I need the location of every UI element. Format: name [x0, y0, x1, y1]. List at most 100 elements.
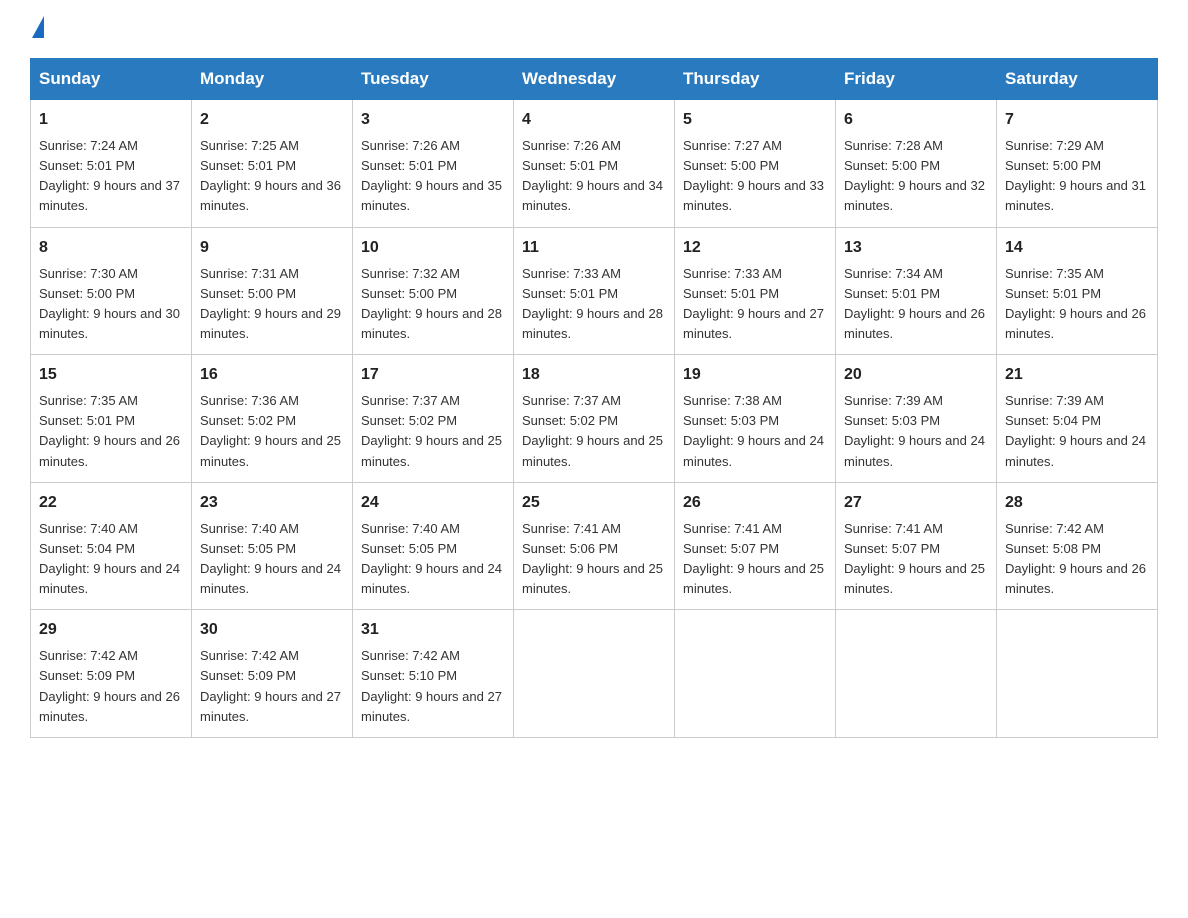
day-info: Sunrise: 7:33 AMSunset: 5:01 PMDaylight:…	[683, 264, 827, 345]
calendar-day-cell: 13Sunrise: 7:34 AMSunset: 5:01 PMDayligh…	[836, 227, 997, 355]
calendar-day-cell: 6 Sunrise: 7:28 AMSunset: 5:00 PMDaylight…	[836, 100, 997, 228]
day-number: 29	[39, 618, 183, 642]
day-number: 25	[522, 491, 666, 515]
day-info: Sunrise: 7:41 AMSunset: 5:07 PMDaylight:…	[844, 519, 988, 600]
calendar-day-cell: 9Sunrise: 7:31 AMSunset: 5:00 PMDaylight…	[192, 227, 353, 355]
day-info: Sunrise: 7:33 AMSunset: 5:01 PMDaylight:…	[522, 264, 666, 345]
day-number: 31	[361, 618, 505, 642]
calendar-day-cell: 5 Sunrise: 7:27 AMSunset: 5:00 PMDaylight…	[675, 100, 836, 228]
day-info: Sunrise: 7:41 AMSunset: 5:06 PMDaylight:…	[522, 519, 666, 600]
day-number: 24	[361, 491, 505, 515]
calendar-day-cell: 21 Sunrise: 7:39 AMSunset: 5:04 PMDayligh…	[997, 355, 1158, 483]
day-info: Sunrise: 7:26 AMSunset: 5:01 PMDaylight:…	[522, 136, 666, 217]
calendar-day-cell: 24 Sunrise: 7:40 AMSunset: 5:05 PMDayligh…	[353, 482, 514, 610]
calendar-day-cell: 10 Sunrise: 7:32 AMSunset: 5:00 PMDayligh…	[353, 227, 514, 355]
calendar-day-cell: 25 Sunrise: 7:41 AMSunset: 5:06 PMDayligh…	[514, 482, 675, 610]
day-number: 2	[200, 108, 344, 132]
calendar-day-cell: 28 Sunrise: 7:42 AMSunset: 5:08 PMDayligh…	[997, 482, 1158, 610]
day-number: 19	[683, 363, 827, 387]
calendar-table: SundayMondayTuesdayWednesdayThursdayFrid…	[30, 58, 1158, 738]
calendar-day-cell: 14Sunrise: 7:35 AMSunset: 5:01 PMDayligh…	[997, 227, 1158, 355]
day-number: 28	[1005, 491, 1149, 515]
calendar-day-cell: 2 Sunrise: 7:25 AMSunset: 5:01 PMDaylight…	[192, 100, 353, 228]
calendar-day-cell: 11 Sunrise: 7:33 AMSunset: 5:01 PMDayligh…	[514, 227, 675, 355]
day-info: Sunrise: 7:29 AMSunset: 5:00 PMDaylight:…	[1005, 136, 1149, 217]
header	[30, 20, 1158, 42]
calendar-day-cell	[997, 610, 1158, 738]
day-info: Sunrise: 7:40 AMSunset: 5:05 PMDaylight:…	[361, 519, 505, 600]
day-number: 26	[683, 491, 827, 515]
calendar-day-cell: 20 Sunrise: 7:39 AMSunset: 5:03 PMDayligh…	[836, 355, 997, 483]
day-info: Sunrise: 7:35 AMSunset: 5:01 PMDaylight:…	[1005, 264, 1149, 345]
day-info: Sunrise: 7:27 AMSunset: 5:00 PMDaylight:…	[683, 136, 827, 217]
day-info: Sunrise: 7:40 AMSunset: 5:04 PMDaylight:…	[39, 519, 183, 600]
day-info: Sunrise: 7:36 AMSunset: 5:02 PMDaylight:…	[200, 391, 344, 472]
day-number: 6	[844, 108, 988, 132]
calendar-day-cell: 26 Sunrise: 7:41 AMSunset: 5:07 PMDayligh…	[675, 482, 836, 610]
day-number: 1	[39, 108, 183, 132]
day-info: Sunrise: 7:42 AMSunset: 5:08 PMDaylight:…	[1005, 519, 1149, 600]
day-info: Sunrise: 7:42 AMSunset: 5:09 PMDaylight:…	[39, 646, 183, 727]
day-info: Sunrise: 7:31 AMSunset: 5:00 PMDaylight:…	[200, 264, 344, 345]
day-number: 8	[39, 236, 183, 260]
calendar-day-cell: 12 Sunrise: 7:33 AMSunset: 5:01 PMDayligh…	[675, 227, 836, 355]
calendar-day-cell	[836, 610, 997, 738]
day-info: Sunrise: 7:38 AMSunset: 5:03 PMDaylight:…	[683, 391, 827, 472]
calendar-day-cell: 1 Sunrise: 7:24 AMSunset: 5:01 PMDaylight…	[31, 100, 192, 228]
logo-triangle-icon	[32, 16, 44, 38]
day-number: 27	[844, 491, 988, 515]
day-number: 10	[361, 236, 505, 260]
day-number: 18	[522, 363, 666, 387]
calendar-day-cell: 31 Sunrise: 7:42 AMSunset: 5:10 PMDayligh…	[353, 610, 514, 738]
day-of-week-header: Monday	[192, 59, 353, 100]
day-number: 22	[39, 491, 183, 515]
day-info: Sunrise: 7:32 AMSunset: 5:00 PMDaylight:…	[361, 264, 505, 345]
day-number: 5	[683, 108, 827, 132]
calendar-day-cell: 22 Sunrise: 7:40 AMSunset: 5:04 PMDayligh…	[31, 482, 192, 610]
calendar-day-cell	[514, 610, 675, 738]
day-of-week-header: Sunday	[31, 59, 192, 100]
header-row: SundayMondayTuesdayWednesdayThursdayFrid…	[31, 59, 1158, 100]
day-of-week-header: Thursday	[675, 59, 836, 100]
day-info: Sunrise: 7:40 AMSunset: 5:05 PMDaylight:…	[200, 519, 344, 600]
calendar-day-cell: 18Sunrise: 7:37 AMSunset: 5:02 PMDayligh…	[514, 355, 675, 483]
day-number: 16	[200, 363, 344, 387]
day-number: 3	[361, 108, 505, 132]
calendar-day-cell: 19 Sunrise: 7:38 AMSunset: 5:03 PMDayligh…	[675, 355, 836, 483]
day-of-week-header: Saturday	[997, 59, 1158, 100]
calendar-week-row: 29 Sunrise: 7:42 AMSunset: 5:09 PMDayligh…	[31, 610, 1158, 738]
logo	[30, 20, 44, 42]
calendar-week-row: 15 Sunrise: 7:35 AMSunset: 5:01 PMDayligh…	[31, 355, 1158, 483]
calendar-day-cell: 30Sunrise: 7:42 AMSunset: 5:09 PMDayligh…	[192, 610, 353, 738]
day-info: Sunrise: 7:28 AMSunset: 5:00 PMDaylight:…	[844, 136, 988, 217]
day-number: 15	[39, 363, 183, 387]
day-number: 7	[1005, 108, 1149, 132]
day-number: 21	[1005, 363, 1149, 387]
calendar-day-cell: 15 Sunrise: 7:35 AMSunset: 5:01 PMDayligh…	[31, 355, 192, 483]
day-number: 12	[683, 236, 827, 260]
day-info: Sunrise: 7:24 AMSunset: 5:01 PMDaylight:…	[39, 136, 183, 217]
day-number: 17	[361, 363, 505, 387]
day-number: 13	[844, 236, 988, 260]
day-info: Sunrise: 7:39 AMSunset: 5:03 PMDaylight:…	[844, 391, 988, 472]
calendar-day-cell: 16 Sunrise: 7:36 AMSunset: 5:02 PMDayligh…	[192, 355, 353, 483]
day-of-week-header: Tuesday	[353, 59, 514, 100]
calendar-day-cell: 27 Sunrise: 7:41 AMSunset: 5:07 PMDayligh…	[836, 482, 997, 610]
calendar-day-cell	[675, 610, 836, 738]
day-info: Sunrise: 7:37 AMSunset: 5:02 PMDaylight:…	[361, 391, 505, 472]
day-of-week-header: Wednesday	[514, 59, 675, 100]
day-info: Sunrise: 7:26 AMSunset: 5:01 PMDaylight:…	[361, 136, 505, 217]
calendar-week-row: 1 Sunrise: 7:24 AMSunset: 5:01 PMDaylight…	[31, 100, 1158, 228]
calendar-week-row: 8Sunrise: 7:30 AMSunset: 5:00 PMDaylight…	[31, 227, 1158, 355]
day-info: Sunrise: 7:42 AMSunset: 5:10 PMDaylight:…	[361, 646, 505, 727]
day-of-week-header: Friday	[836, 59, 997, 100]
day-number: 11	[522, 236, 666, 260]
day-number: 23	[200, 491, 344, 515]
day-info: Sunrise: 7:41 AMSunset: 5:07 PMDaylight:…	[683, 519, 827, 600]
day-number: 20	[844, 363, 988, 387]
calendar-day-cell: 4Sunrise: 7:26 AMSunset: 5:01 PMDaylight…	[514, 100, 675, 228]
day-info: Sunrise: 7:39 AMSunset: 5:04 PMDaylight:…	[1005, 391, 1149, 472]
calendar-day-cell: 7 Sunrise: 7:29 AMSunset: 5:00 PMDaylight…	[997, 100, 1158, 228]
day-info: Sunrise: 7:35 AMSunset: 5:01 PMDaylight:…	[39, 391, 183, 472]
day-info: Sunrise: 7:25 AMSunset: 5:01 PMDaylight:…	[200, 136, 344, 217]
